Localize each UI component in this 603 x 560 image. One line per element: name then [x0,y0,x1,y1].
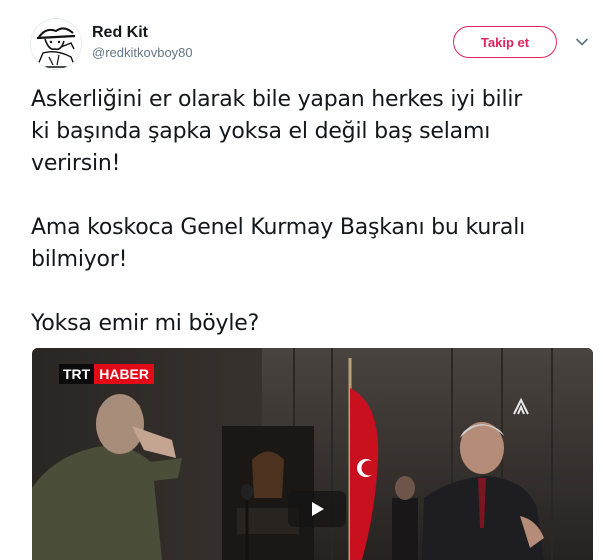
tweet-line: Ama koskoca Genel Kurmay Başkanı bu kura… [31,215,526,240]
tweet-line: Askerliğini er olarak bile yapan herkes … [31,87,523,112]
tweet-line: verirsin! [31,151,121,176]
tweet-text: Askerliğini er olarak bile yapan herkes … [31,84,596,340]
logo-trt-text: TRT [59,364,95,384]
display-name[interactable]: Red Kit [92,24,148,42]
logo-haber-text: HABER [94,364,154,384]
tweet-header: Red Kit @redkitkovboy80 Takip et [0,0,603,80]
avatar[interactable] [30,18,82,70]
play-icon [312,502,324,516]
aa-logo-icon [512,397,530,416]
cowboy-sketch-icon [31,19,81,69]
tweet-line: Yoksa emir mi böyle? [31,311,260,336]
trt-haber-logo: TRT HABER [59,364,154,384]
play-button[interactable] [288,491,346,527]
tweet-line: bilmiyor! [31,247,128,272]
chevron-down-icon[interactable] [574,34,590,50]
user-handle[interactable]: @redkitkovboy80 [92,45,193,60]
follow-button[interactable]: Takip et [453,26,557,58]
video-player[interactable]: TRT HABER [32,348,593,560]
tweet-line: ki başında şapka yoksa el değil baş sela… [31,119,491,144]
